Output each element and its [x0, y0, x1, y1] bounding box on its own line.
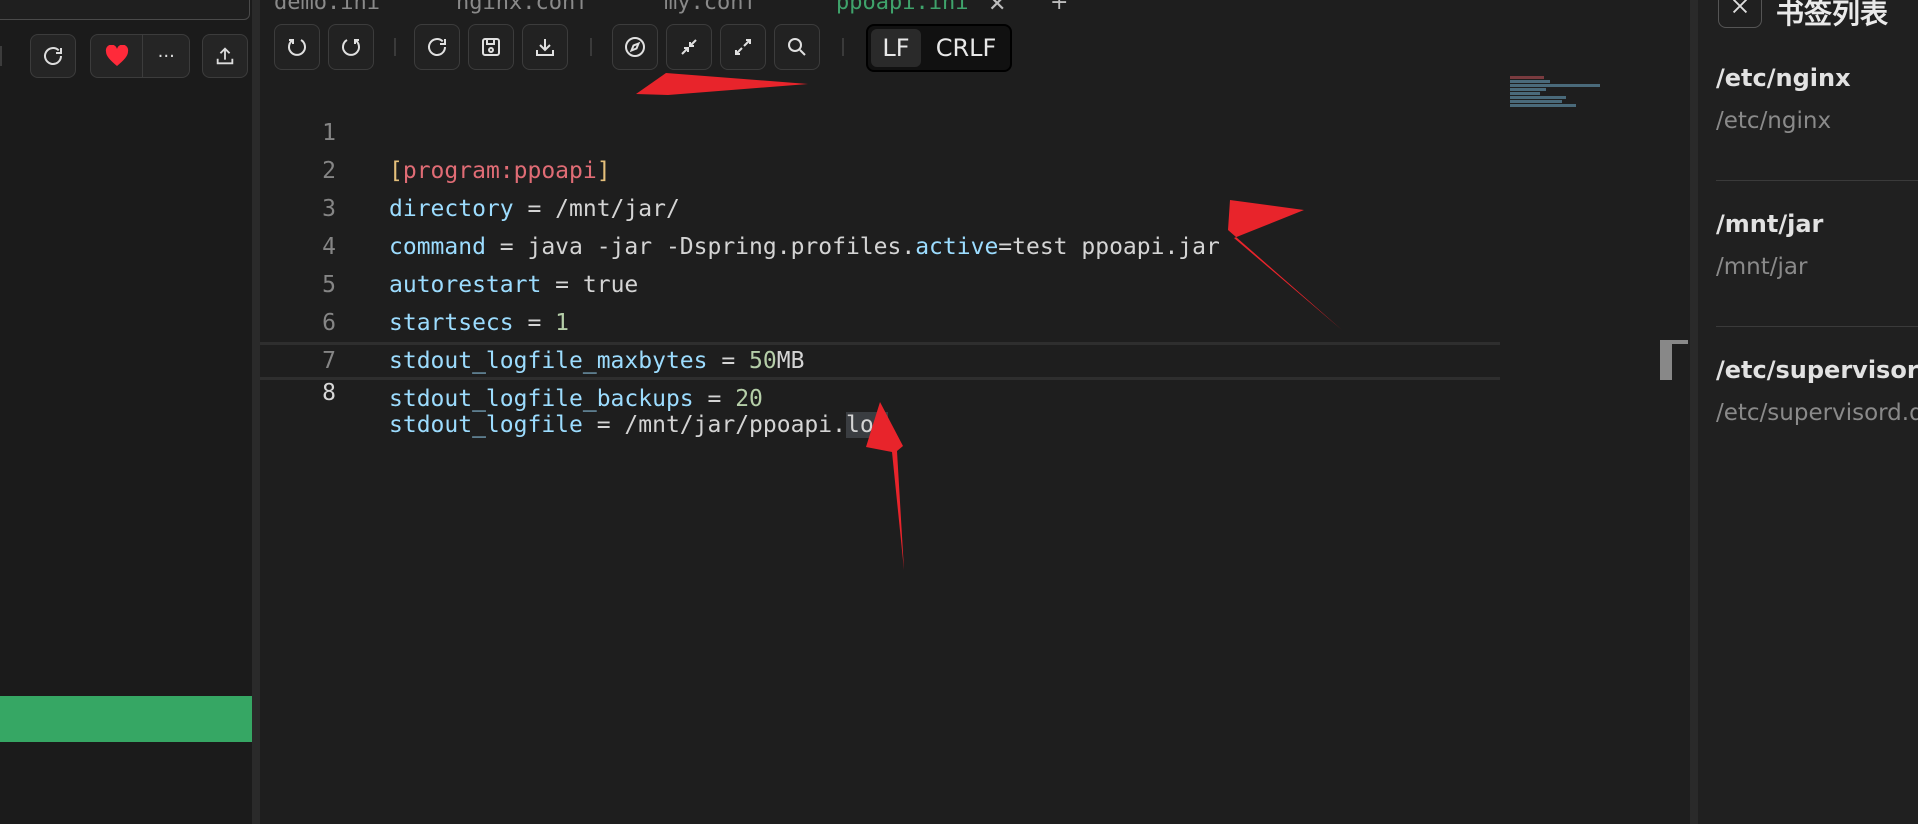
tab-nginx-conf[interactable]: nginx.conf [456, 0, 588, 15]
bookmark-name: /etc/supervisord [1716, 356, 1918, 384]
upload-button[interactable] [202, 34, 248, 78]
heart-icon [105, 45, 128, 66]
undo-button[interactable] [274, 24, 320, 70]
compass-button[interactable] [612, 24, 658, 70]
bookmarks-title: 书签列表 [1776, 0, 1889, 30]
bookmark-item[interactable]: /etc/supervisord /etc/supervisord.d [1716, 356, 1918, 426]
favorite-group: ··· [90, 34, 190, 78]
crlf-option[interactable]: CRLF [926, 29, 1006, 67]
close-bookmarks-button[interactable] [1718, 0, 1762, 28]
code-area[interactable]: 1 [program:ppoapi] 2 directory = /mnt/ja… [260, 76, 1500, 438]
add-tab-icon[interactable]: + [1050, 0, 1068, 15]
divider [1716, 326, 1918, 327]
toolbar-divider [842, 38, 844, 56]
bookmark-path: /etc/supervisord.d [1716, 400, 1918, 426]
refresh-icon [44, 47, 62, 65]
line-number: 8 [322, 380, 336, 406]
favorite-button[interactable] [91, 35, 144, 77]
upload-icon [216, 47, 234, 65]
download-icon [536, 39, 554, 56]
save-icon [482, 38, 500, 56]
code-line: 7 stdout_logfile_backups = 20 [260, 304, 1500, 412]
bookmark-name: /etc/nginx [1716, 64, 1851, 92]
divider [1716, 180, 1918, 181]
scrollbar-marker [1660, 340, 1688, 344]
tab-demo-ini[interactable]: demo.ini [274, 0, 380, 15]
lf-option[interactable]: LF [871, 29, 921, 67]
tab-my-conf[interactable]: my.conf [664, 0, 757, 15]
tab-close-icon[interactable]: ✕ [988, 0, 1006, 17]
reload-icon [428, 38, 446, 56]
toolbar-divider [394, 38, 396, 56]
reload-button[interactable] [414, 24, 460, 70]
code-line: 5 startsecs = 1 [260, 228, 1500, 336]
path-input[interactable] [0, 0, 250, 20]
file-browser-panel: ··· [0, 0, 252, 824]
toolbar-divider [590, 38, 592, 56]
undo-icon [288, 39, 306, 56]
collapse-button[interactable] [666, 24, 712, 70]
save-button[interactable] [468, 24, 514, 70]
code-line: 3 command = java -jar -Dspring.profiles.… [260, 152, 1500, 260]
line-text: stdout_logfile = /mnt/jar/ppoapi.log [389, 412, 888, 438]
bookmark-path: /mnt/jar [1716, 254, 1808, 280]
more-button[interactable]: ··· [143, 35, 189, 77]
code-line: 6 stdout_logfile_maxbytes = 50MB [260, 266, 1500, 374]
minimap[interactable] [1510, 76, 1600, 116]
line-ending-toggle: LF CRLF [866, 24, 1012, 72]
close-icon [1732, 0, 1748, 14]
code-line: 4 autorestart = true [260, 190, 1500, 298]
selected-file-row[interactable] [0, 696, 252, 742]
panel-resizer[interactable] [1690, 0, 1698, 824]
download-button[interactable] [522, 24, 568, 70]
expand-icon [735, 39, 751, 55]
code-line: 1 [program:ppoapi] [260, 76, 1500, 184]
code-editor: demo.ini nginx.conf my.conf ppoapi.ini ✕… [260, 0, 1690, 824]
collapse-icon [681, 39, 697, 55]
tab-ppoapi-ini[interactable]: ppoapi.ini [836, 0, 968, 15]
bookmarks-panel: 书签列表 /etc/nginx /etc/nginx /mnt/jar /mnt… [1698, 0, 1918, 824]
toolbar-divider [0, 46, 2, 66]
search-button[interactable] [774, 24, 820, 70]
more-icon: ··· [157, 45, 175, 67]
bookmark-item[interactable]: /etc/nginx /etc/nginx [1716, 64, 1918, 134]
refresh-button[interactable] [30, 34, 76, 78]
compass-icon [625, 37, 645, 57]
search-icon [788, 38, 806, 56]
code-line: 2 directory = /mnt/jar/ [260, 114, 1500, 222]
scrollbar-thumb[interactable] [1660, 340, 1672, 380]
bookmark-path: /etc/nginx [1716, 108, 1832, 134]
bookmark-item[interactable]: /mnt/jar /mnt/jar [1716, 210, 1918, 280]
code-line-current: 8 stdout_logfile = /mnt/jar/ppoapi.log [260, 342, 1500, 438]
redo-icon [342, 39, 360, 56]
bookmark-name: /mnt/jar [1716, 210, 1824, 238]
panel-resizer[interactable] [252, 0, 260, 824]
redo-button[interactable] [328, 24, 374, 70]
expand-button[interactable] [720, 24, 766, 70]
